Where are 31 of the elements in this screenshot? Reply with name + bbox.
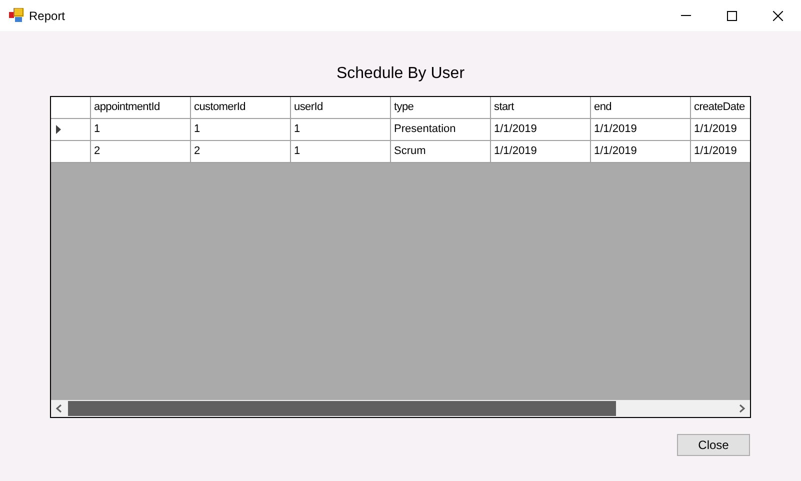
table-cell[interactable]: 1 [91, 119, 191, 140]
column-header[interactable]: createDate [691, 97, 750, 118]
close-dialog-button[interactable]: Close [677, 434, 750, 456]
column-header[interactable]: end [591, 97, 691, 118]
table-cell[interactable]: 1/1/2019 [491, 119, 591, 140]
table-cell[interactable]: 1/1/2019 [691, 141, 750, 162]
table-cell[interactable]: 2 [191, 141, 291, 162]
table-cell[interactable]: 2 [91, 141, 191, 162]
minimize-icon [681, 15, 691, 16]
table-cell[interactable]: 1/1/2019 [591, 141, 691, 162]
table-cell[interactable]: 1 [191, 119, 291, 140]
app-icon [9, 8, 24, 23]
scrollbar-thumb[interactable] [68, 401, 616, 416]
table-cell[interactable]: 1/1/2019 [591, 119, 691, 140]
current-row-icon [56, 125, 61, 134]
window-title: Report [29, 8, 66, 24]
close-icon [773, 10, 783, 20]
column-header[interactable]: type [391, 97, 491, 118]
column-header[interactable]: userId [291, 97, 391, 118]
report-heading: Schedule By User [336, 64, 465, 84]
table-cell[interactable]: Scrum [391, 141, 491, 162]
column-header[interactable]: appointmentId [91, 97, 191, 118]
table-cell[interactable]: 1/1/2019 [691, 119, 750, 140]
horizontal-scrollbar[interactable] [51, 400, 750, 417]
table-cell[interactable]: 1 [291, 141, 391, 162]
column-header[interactable]: customerId [191, 97, 291, 118]
table-cell[interactable]: 1/1/2019 [491, 141, 591, 162]
maximize-icon [727, 10, 737, 20]
table-cell[interactable]: Presentation [391, 119, 491, 140]
column-header[interactable]: start [491, 97, 591, 118]
table-cell[interactable]: 1 [291, 119, 391, 140]
